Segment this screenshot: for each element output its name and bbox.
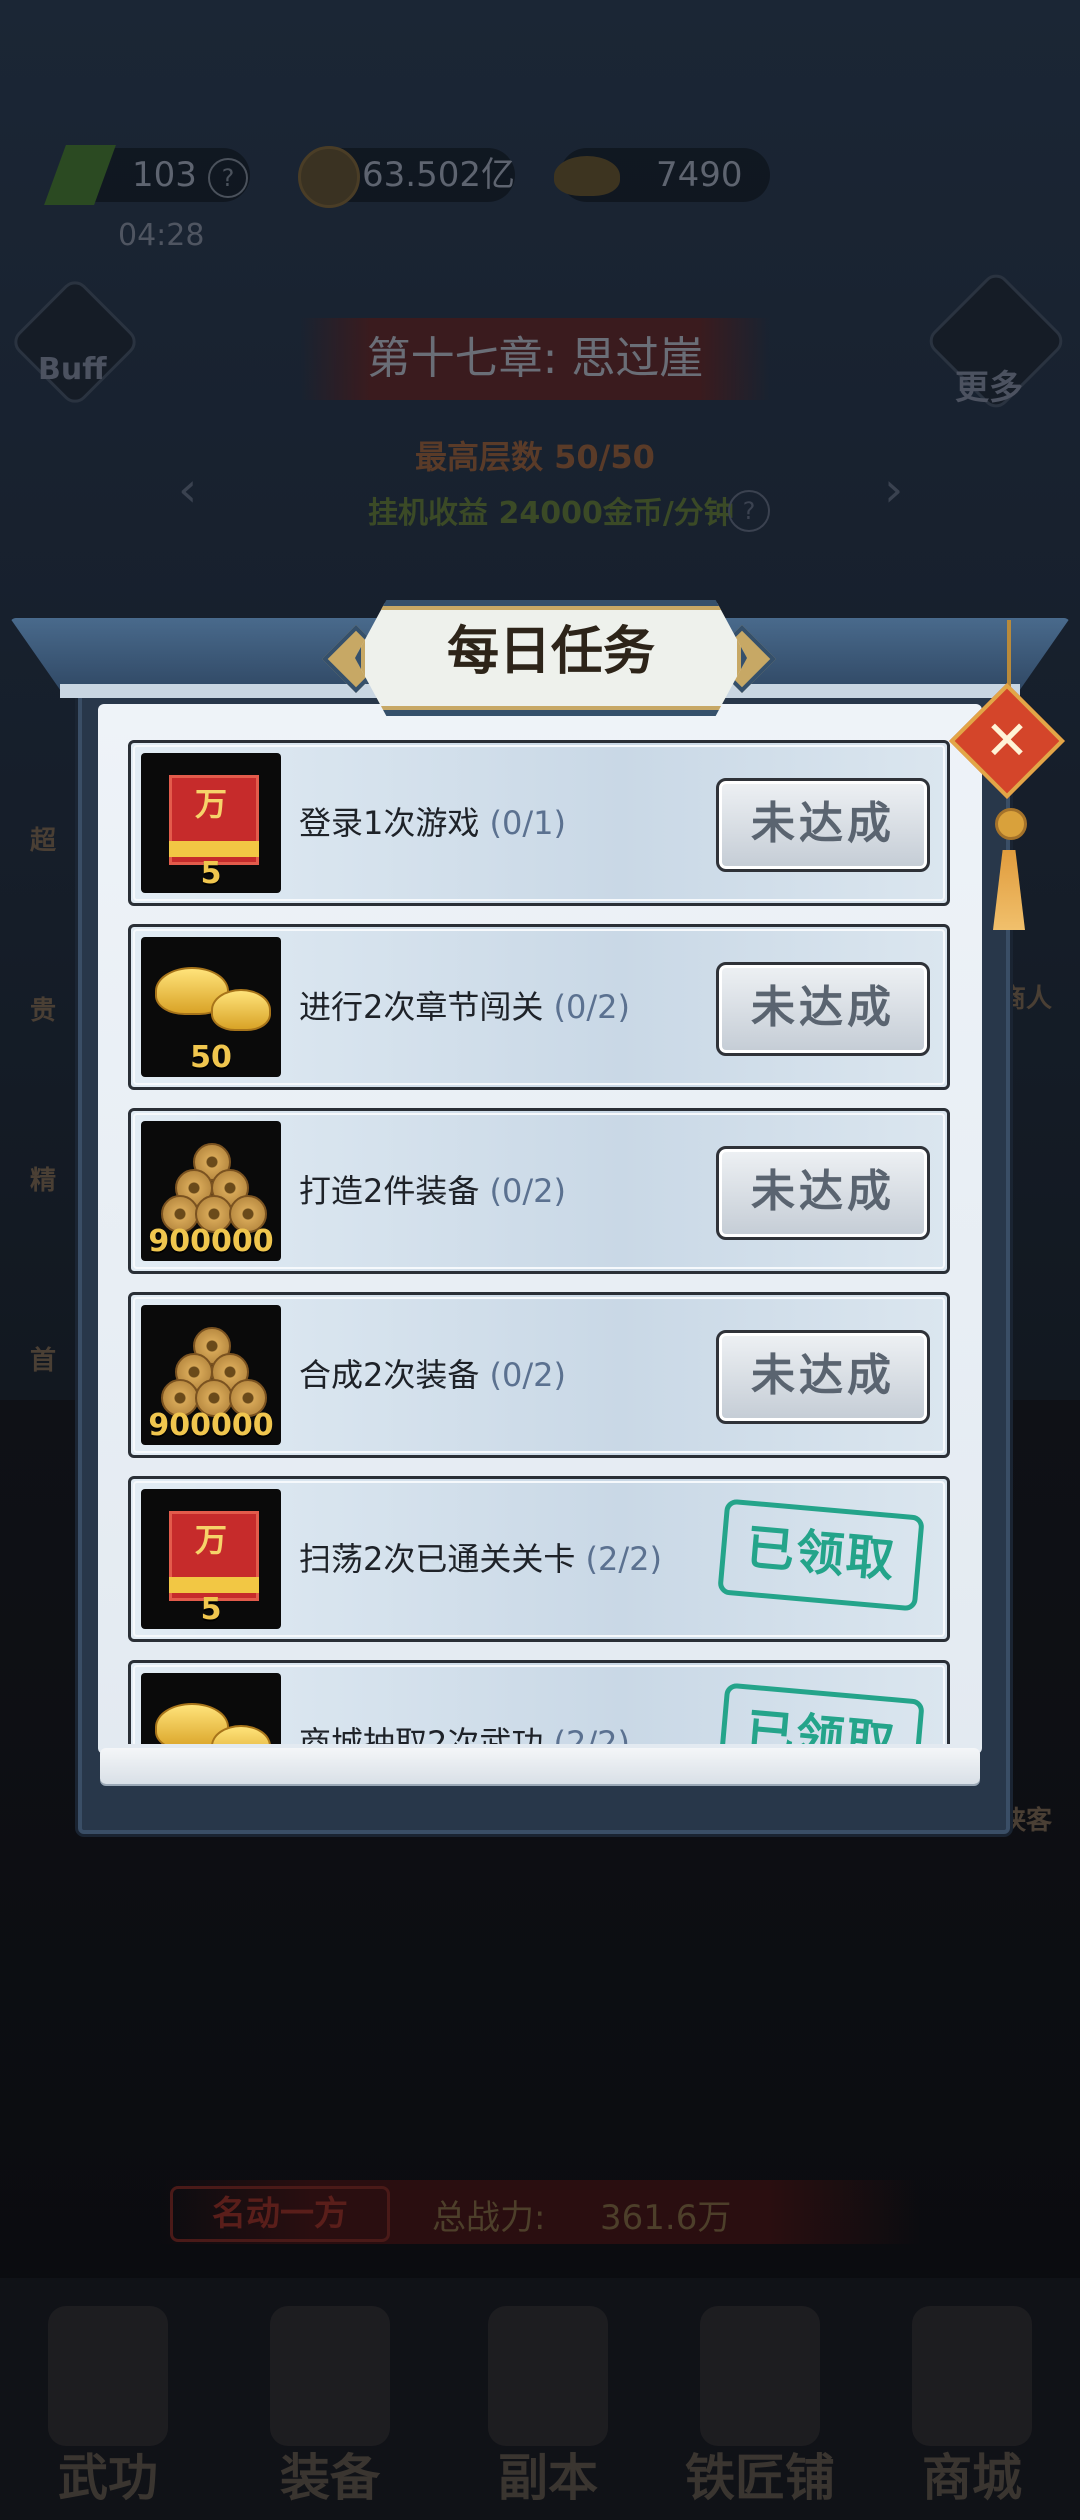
rank-badge: 名动一方 <box>170 2186 390 2242</box>
coin-value: 63.502亿 <box>362 155 515 195</box>
ingot-icon <box>554 156 620 196</box>
claimed-stamp: 已领取 <box>717 1682 925 1744</box>
reward-count: 900000 <box>148 1224 274 1259</box>
side-left-3[interactable]: 精 <box>30 1160 56 1197</box>
shop-icon <box>912 2306 1032 2446</box>
power-label: 总战力: <box>432 2198 546 2238</box>
task-list[interactable]: 万 5 登录1次游戏 (0/1) 未达成 50 进行2次章节闯关 (0/2) 未… <box>124 740 960 1744</box>
gold-ingot-icon: 50 <box>141 1673 281 1744</box>
nav-equipment[interactable]: 装备 <box>230 2288 430 2516</box>
task-status-button[interactable]: 未达成 <box>716 778 930 872</box>
stamina-help-icon[interactable]: ? <box>208 158 248 198</box>
claimed-stamp: 已领取 <box>717 1498 925 1612</box>
task-progress: (0/2) <box>489 1172 567 1210</box>
more-label: 更多 <box>955 368 1023 408</box>
reward-count: 5 <box>200 856 222 891</box>
reward-count: 50 <box>190 1040 232 1075</box>
crossed-swords-icon <box>488 2306 608 2446</box>
modal-scroll-bottom <box>100 1748 980 1784</box>
reward-count: 900000 <box>148 1408 274 1443</box>
task-status-button[interactable]: 未达成 <box>716 962 930 1056</box>
close-icon[interactable]: ✕ <box>966 700 1048 782</box>
bottom-nav: 武功 装备 副本 铁匠铺 商城 <box>0 2278 1080 2520</box>
task-row: 900000 合成2次装备 (0/2) 未达成 <box>128 1292 950 1458</box>
nav-label: 副本 <box>498 2448 598 2507</box>
nav-label: 商城 <box>922 2448 1022 2507</box>
red-envelope-icon: 万 5 <box>141 753 281 893</box>
hammer-icon <box>700 2306 820 2446</box>
task-row: 万 5 登录1次游戏 (0/1) 未达成 <box>128 740 950 906</box>
nav-martial-arts[interactable]: 武功 <box>8 2288 208 2516</box>
side-left-4[interactable]: 首 <box>30 1340 56 1377</box>
task-status-button[interactable]: 未达成 <box>716 1330 930 1424</box>
next-chapter-arrow-icon[interactable]: › <box>884 462 903 518</box>
task-progress: (2/2) <box>585 1540 663 1578</box>
task-progress: (0/1) <box>489 804 567 842</box>
coin-pile-icon: 900000 <box>141 1121 281 1261</box>
task-progress: (2/2) <box>553 1724 631 1744</box>
red-envelope-icon: 万 5 <box>141 1489 281 1629</box>
close-string <box>1007 620 1011 690</box>
task-row: 万 5 扫荡2次已通关关卡 (2/2) 已领取 <box>128 1476 950 1642</box>
nav-label: 铁匠铺 <box>685 2448 835 2507</box>
nav-blacksmith[interactable]: 铁匠铺 <box>660 2288 860 2516</box>
armor-icon <box>270 2306 390 2446</box>
task-text: 进行2次章节闯关 (0/2) <box>299 988 631 1026</box>
nav-shop[interactable]: 商城 <box>872 2288 1072 2516</box>
power-value: 361.6万 <box>600 2198 732 2238</box>
stamina-timer: 04:28 <box>118 218 205 253</box>
task-text: 登录1次游戏 (0/1) <box>299 804 567 842</box>
task-progress: (0/2) <box>489 1356 567 1394</box>
task-status-button[interactable]: 未达成 <box>716 1146 930 1240</box>
side-left-2[interactable]: 贵 <box>30 990 56 1027</box>
idle-income: 挂机收益 24000金币/分钟 <box>368 496 734 531</box>
prev-chapter-arrow-icon[interactable]: ‹ <box>178 462 197 518</box>
side-left-1[interactable]: 超 <box>30 820 56 857</box>
task-row: 900000 打造2件装备 (0/2) 未达成 <box>128 1108 950 1274</box>
task-text: 商城抽取2次武功 (2/2) <box>299 1663 630 1744</box>
modal-title: 每日任务 <box>355 600 747 716</box>
task-progress: (0/2) <box>553 988 631 1026</box>
stamina-value: 103 <box>132 155 197 195</box>
buff-label: Buff <box>38 352 107 387</box>
reward-count: 5 <box>200 1592 222 1627</box>
task-text: 扫荡2次已通关关卡 (2/2) <box>299 1540 663 1578</box>
chapter-title: 第十七章: 思过崖 <box>300 318 770 400</box>
scroll-icon <box>48 2306 168 2446</box>
ingot-value: 7490 <box>656 155 743 195</box>
income-help-icon[interactable]: ? <box>728 490 770 532</box>
coin-pile-icon: 900000 <box>141 1305 281 1445</box>
task-row: 50 进行2次章节闯关 (0/2) 未达成 <box>128 924 950 1090</box>
gold-ingot-icon: 50 <box>141 937 281 1077</box>
nav-label: 装备 <box>280 2448 380 2507</box>
tassel-knot-icon <box>995 808 1027 840</box>
task-row: 50 商城抽取2次武功 (2/2) 已领取 <box>128 1660 950 1744</box>
coin-icon <box>298 146 360 208</box>
task-text: 打造2件装备 (0/2) <box>299 1172 567 1210</box>
nav-label: 武功 <box>58 2448 158 2507</box>
max-floor: 最高层数 50/50 <box>415 438 655 476</box>
nav-dungeon[interactable]: 副本 <box>448 2288 648 2516</box>
task-text: 合成2次装备 (0/2) <box>299 1356 567 1394</box>
